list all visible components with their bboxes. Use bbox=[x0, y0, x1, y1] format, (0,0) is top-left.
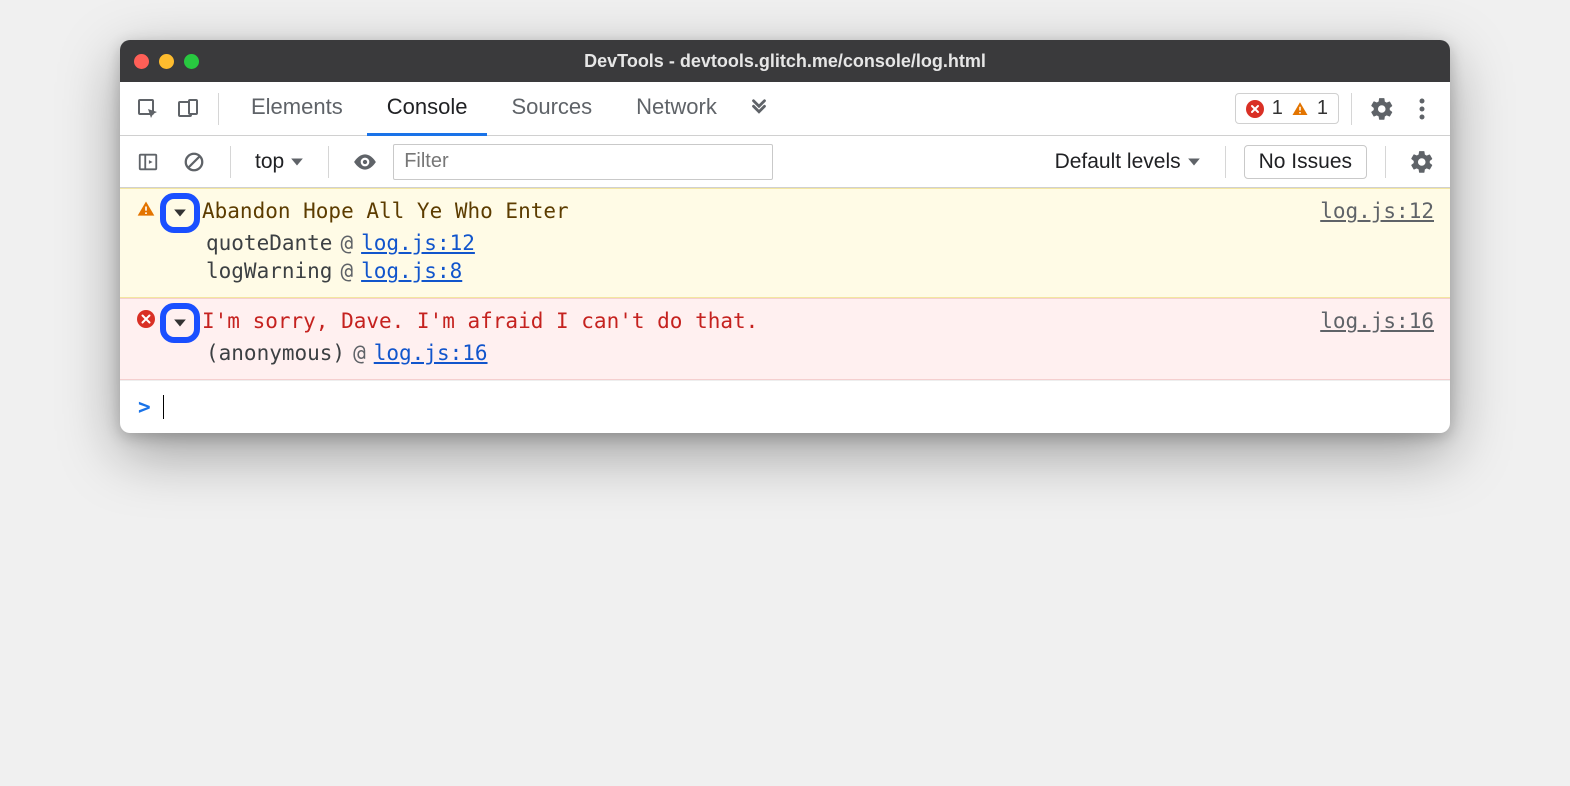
divider bbox=[218, 93, 219, 125]
window-zoom-button[interactable] bbox=[184, 54, 199, 69]
log-levels-selector[interactable]: Default levels bbox=[1049, 146, 1207, 178]
disclosure-triangle[interactable] bbox=[168, 311, 192, 335]
log-levels-label: Default levels bbox=[1055, 150, 1181, 174]
traffic-lights bbox=[134, 54, 199, 69]
stack-frame: (anonymous) @ log.js:16 bbox=[206, 341, 1434, 365]
tab-elements[interactable]: Elements bbox=[231, 82, 363, 136]
stack-link[interactable]: log.js:12 bbox=[361, 231, 475, 255]
issues-button[interactable]: No Issues bbox=[1244, 145, 1367, 179]
warning-count-icon bbox=[1291, 100, 1309, 118]
console-prompt[interactable]: > bbox=[120, 380, 1450, 433]
stack-link[interactable]: log.js:16 bbox=[374, 341, 488, 365]
live-expression-icon[interactable] bbox=[347, 144, 383, 180]
divider bbox=[1385, 146, 1386, 178]
stack-at: @ bbox=[340, 231, 353, 255]
kebab-menu-icon[interactable] bbox=[1404, 91, 1440, 127]
divider bbox=[230, 146, 231, 178]
divider bbox=[1225, 146, 1226, 178]
source-link[interactable]: log.js:12 bbox=[1320, 195, 1434, 223]
console-message-warning: Abandon Hope All Ye Who Enter log.js:12 … bbox=[120, 188, 1450, 298]
error-count-icon bbox=[1246, 100, 1264, 118]
chevron-down-icon bbox=[1187, 155, 1201, 169]
source-link[interactable]: log.js:16 bbox=[1320, 305, 1434, 333]
titlebar: DevTools - devtools.glitch.me/console/lo… bbox=[120, 40, 1450, 82]
stack-fn: quoteDante bbox=[206, 231, 332, 255]
warning-icon bbox=[136, 199, 158, 224]
stack-fn: (anonymous) bbox=[206, 341, 345, 365]
devtools-window: DevTools - devtools.glitch.me/console/lo… bbox=[120, 40, 1450, 433]
console-message-error: I'm sorry, Dave. I'm afraid I can't do t… bbox=[120, 298, 1450, 380]
disclosure-triangle[interactable] bbox=[168, 201, 192, 225]
stack-trace: (anonymous) @ log.js:16 bbox=[136, 341, 1434, 365]
main-tabbar: Elements Console Sources Network 1 1 bbox=[120, 82, 1450, 136]
prompt-caret-icon: > bbox=[138, 395, 151, 419]
message-text: Abandon Hope All Ye Who Enter bbox=[202, 195, 1310, 223]
error-warning-badge[interactable]: 1 1 bbox=[1235, 93, 1339, 124]
window-minimize-button[interactable] bbox=[159, 54, 174, 69]
message-text: I'm sorry, Dave. I'm afraid I can't do t… bbox=[202, 305, 1310, 333]
context-selector[interactable]: top bbox=[249, 146, 310, 178]
toggle-sidebar-icon[interactable] bbox=[130, 144, 166, 180]
console-messages: Abandon Hope All Ye Who Enter log.js:12 … bbox=[120, 188, 1450, 433]
divider bbox=[328, 146, 329, 178]
more-tabs-icon[interactable] bbox=[741, 91, 777, 127]
device-toolbar-icon[interactable] bbox=[170, 91, 206, 127]
stack-frame: quoteDante @ log.js:12 bbox=[206, 231, 1434, 255]
stack-frame: logWarning @ log.js:8 bbox=[206, 259, 1434, 283]
window-close-button[interactable] bbox=[134, 54, 149, 69]
chevron-down-icon bbox=[290, 155, 304, 169]
tab-sources[interactable]: Sources bbox=[491, 82, 612, 136]
text-cursor bbox=[163, 395, 165, 419]
console-settings-icon[interactable] bbox=[1404, 144, 1440, 180]
filter-input[interactable] bbox=[393, 144, 773, 180]
window-title: DevTools - devtools.glitch.me/console/lo… bbox=[120, 51, 1450, 72]
context-label: top bbox=[255, 150, 284, 174]
console-toolbar: top Default levels No Issues bbox=[120, 136, 1450, 188]
tab-network[interactable]: Network bbox=[616, 82, 737, 136]
stack-link[interactable]: log.js:8 bbox=[361, 259, 462, 283]
clear-console-icon[interactable] bbox=[176, 144, 212, 180]
stack-at: @ bbox=[353, 341, 366, 365]
stack-at: @ bbox=[340, 259, 353, 283]
inspect-element-icon[interactable] bbox=[130, 91, 166, 127]
divider bbox=[1351, 93, 1352, 125]
warning-count: 1 bbox=[1317, 97, 1328, 120]
stack-fn: logWarning bbox=[206, 259, 332, 283]
settings-icon[interactable] bbox=[1364, 91, 1400, 127]
error-icon bbox=[136, 309, 158, 334]
error-count: 1 bbox=[1272, 97, 1283, 120]
stack-trace: quoteDante @ log.js:12 logWarning @ log.… bbox=[136, 231, 1434, 283]
tab-console[interactable]: Console bbox=[367, 82, 488, 136]
